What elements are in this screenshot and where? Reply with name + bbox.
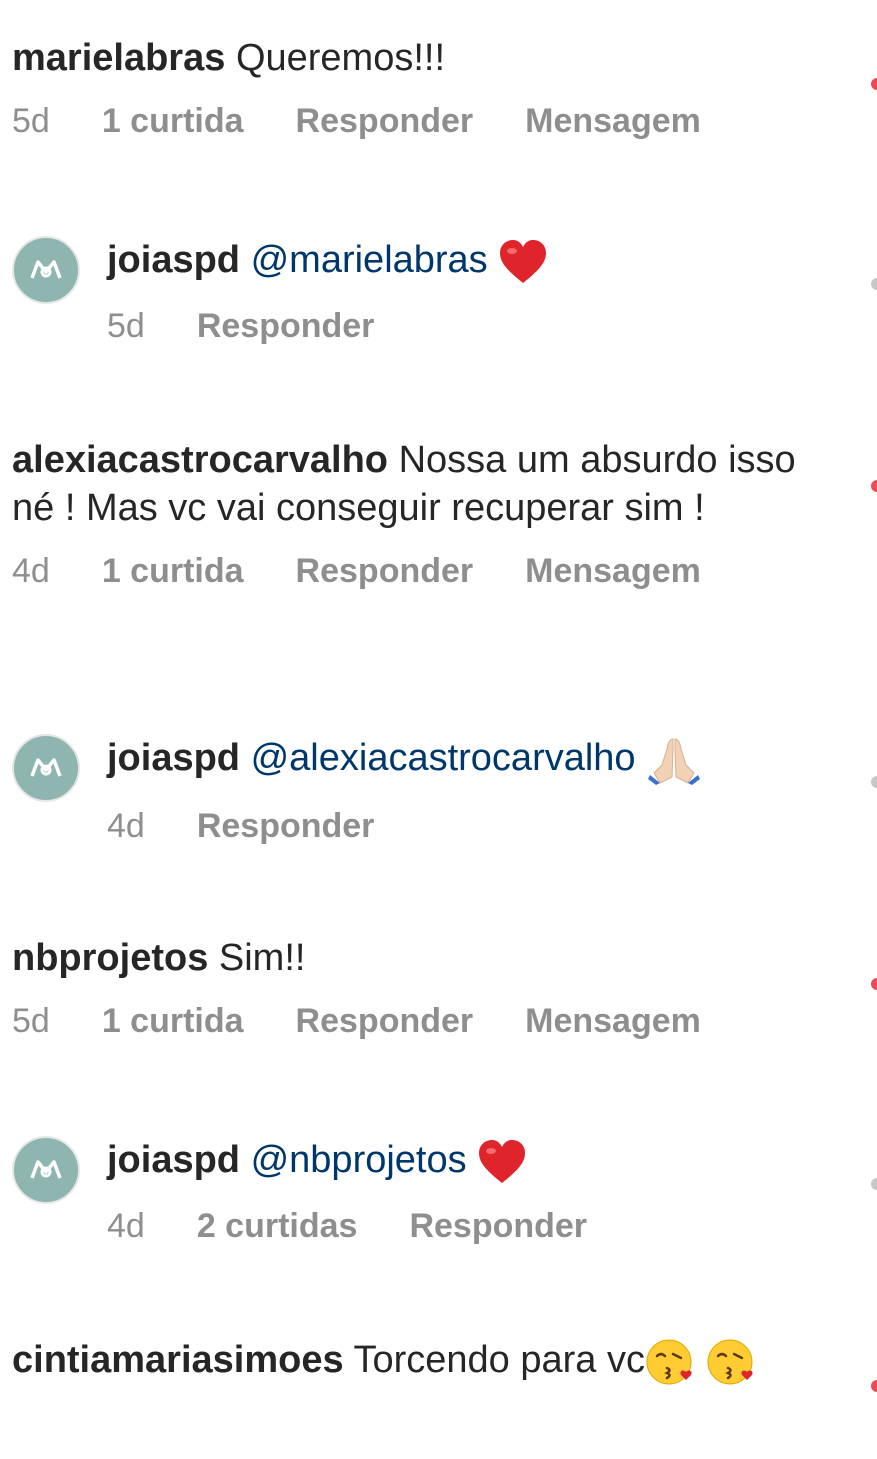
comment-item: nbprojetos Sim!! 5d 1 curtida Responder … — [12, 934, 812, 1041]
comment-body: Sim!! — [218, 937, 306, 979]
kissing-face-icon — [707, 1339, 753, 1385]
comment-item: alexiacastrocarvalho Nossa um absurdo is… — [12, 436, 812, 591]
reply-text: joiaspd @alexiacastrocarvalho — [107, 734, 827, 785]
kissing-face-icon — [646, 1339, 692, 1385]
comment-username[interactable]: marielabras — [12, 37, 225, 79]
reply-meta: 4d 2 curtidas Responder — [107, 1207, 827, 1246]
reply-time: 4d — [107, 1206, 145, 1245]
avatar[interactable] — [12, 734, 80, 802]
logo-icon — [30, 1160, 62, 1179]
reply-button[interactable]: Responder — [409, 1207, 587, 1246]
reply-username[interactable]: joiaspd — [107, 737, 240, 779]
comment-time: 5d — [12, 1002, 50, 1040]
reply-button[interactable]: Responder — [296, 1002, 474, 1041]
reply-button[interactable]: Responder — [296, 102, 474, 141]
reply-time: 4d — [107, 806, 145, 845]
logo-icon — [30, 260, 62, 279]
comment-item: cintiamariasimoes Torcendo para vc — [12, 1336, 802, 1386]
comment-username[interactable]: alexiacastrocarvalho — [12, 439, 388, 481]
comment-text: cintiamariasimoes Torcendo para vc — [12, 1336, 802, 1386]
likes-count[interactable]: 1 curtida — [102, 1002, 244, 1041]
avatar[interactable] — [12, 236, 80, 304]
red-heart-icon — [500, 239, 547, 283]
reply-username[interactable]: joiaspd — [107, 239, 240, 281]
like-heart-icon[interactable] — [871, 776, 877, 788]
comment-username[interactable]: nbprojetos — [12, 937, 208, 979]
mention-link[interactable]: @marielabras — [251, 239, 488, 281]
mention-link[interactable]: @nbprojetos — [251, 1139, 467, 1181]
reply-button[interactable]: Responder — [197, 307, 375, 346]
comment-time: 5d — [12, 102, 50, 140]
comment-text: alexiacastrocarvalho Nossa um absurdo is… — [12, 436, 812, 532]
comment-meta: 4d 1 curtida Responder Mensagem — [12, 552, 812, 591]
like-heart-icon[interactable] — [871, 78, 877, 90]
avatar[interactable] — [12, 1136, 80, 1204]
logo-icon — [30, 758, 62, 777]
comment-meta: 5d 1 curtida Responder Mensagem — [12, 1002, 812, 1041]
comment-body: Torcendo para vc — [353, 1339, 645, 1381]
like-heart-icon[interactable] — [871, 1380, 877, 1392]
comment-time: 4d — [12, 552, 50, 590]
likes-count[interactable]: 1 curtida — [102, 552, 244, 591]
reply-username[interactable]: joiaspd — [107, 1139, 240, 1181]
message-button[interactable]: Mensagem — [525, 1002, 701, 1041]
comment-item: marielabras Queremos!!! 5d 1 curtida Res… — [12, 34, 812, 141]
comment-text: nbprojetos Sim!! — [12, 934, 812, 982]
comment-text: marielabras Queremos!!! — [12, 34, 812, 82]
reply-button[interactable]: Responder — [296, 552, 474, 591]
reply-text: joiaspd @marielabras — [107, 236, 827, 285]
message-button[interactable]: Mensagem — [525, 552, 701, 591]
reply-text: joiaspd @nbprojetos — [107, 1136, 827, 1185]
reply-meta: 5d Responder — [107, 307, 827, 346]
like-heart-icon[interactable] — [871, 480, 877, 492]
like-heart-icon[interactable] — [871, 278, 877, 290]
likes-count[interactable]: 2 curtidas — [197, 1207, 358, 1246]
folded-hands-icon — [648, 738, 701, 785]
comment-body: Queremos!!! — [235, 37, 446, 79]
like-heart-icon[interactable] — [871, 978, 877, 990]
comment-meta: 5d 1 curtida Responder Mensagem — [12, 102, 812, 141]
reply-button[interactable]: Responder — [197, 807, 375, 846]
red-heart-icon — [479, 1139, 526, 1183]
reply-meta: 4d Responder — [107, 807, 827, 846]
likes-count[interactable]: 1 curtida — [102, 102, 244, 141]
reply-time: 5d — [107, 306, 145, 345]
like-heart-icon[interactable] — [871, 1178, 877, 1190]
comment-username[interactable]: cintiamariasimoes — [12, 1339, 344, 1381]
mention-link[interactable]: @alexiacastrocarvalho — [251, 737, 636, 779]
message-button[interactable]: Mensagem — [525, 102, 701, 141]
